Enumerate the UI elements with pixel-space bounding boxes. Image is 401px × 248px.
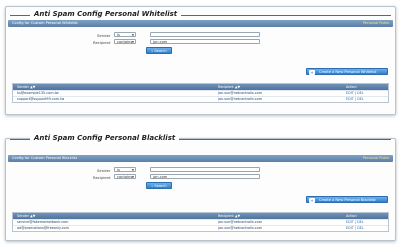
chevron-down-icon: ▼ — [131, 175, 134, 179]
panel-title-row: Anti Spam Config Personal Whitelist — [6, 9, 395, 19]
filter-form: Sender is ▼ Recipient contains ▼ jon.com… — [6, 29, 395, 75]
sender-label: Sender — [97, 33, 111, 38]
chevron-down-icon: ▼ — [131, 40, 134, 44]
edit-delete-links[interactable]: EDIT | DEL — [346, 97, 364, 102]
table-row: support@support99.com.tw jon.sun@netcont… — [13, 96, 388, 102]
sender-operator-value: is — [117, 33, 120, 37]
cell-recipient: jon.sun@netcontrolls.com — [218, 97, 263, 101]
search-button[interactable]: ⌕Search — [146, 47, 172, 54]
recipient-label: Recipient — [93, 40, 111, 45]
edit-delete-links[interactable]: EDIT | DEL — [346, 226, 364, 231]
recipient-input[interactable]: jon.com — [150, 39, 260, 44]
cell-sender: ad@promotions@freeonly.com — [17, 226, 69, 230]
chevron-down-icon: ▼ — [131, 33, 134, 37]
config-bar: Config for Custom Personal Whitelist Per… — [8, 20, 393, 27]
panel-title: Anti Spam Config Personal Whitelist — [30, 9, 182, 19]
config-bar-title: Config for Custom Personal Blacklist — [12, 156, 78, 160]
blacklist-table: Sender ▲▼ Recipient ▲▼ Action service@fa… — [12, 212, 389, 232]
plus-icon: + — [309, 197, 315, 203]
config-bar-title: Config for Custom Personal Whitelist — [12, 21, 78, 25]
cell-sender: support@support99.com.tw — [17, 97, 65, 101]
recipient-label: Recipient — [93, 175, 111, 180]
sender-operator-select[interactable]: is ▼ — [114, 32, 136, 37]
recipient-operator-value: contains — [117, 175, 133, 179]
sender-input[interactable] — [150, 167, 260, 172]
sender-input[interactable] — [150, 32, 260, 37]
sender-operator-select[interactable]: is ▼ — [114, 167, 136, 172]
create-whitelist-label: Create a New Personal Whitelist — [319, 70, 377, 74]
recipient-operator-select[interactable]: contains ▼ — [114, 39, 136, 44]
table-row: ad@promotions@freeonly.com jon.sun@netco… — [13, 225, 388, 231]
config-bar: Config for Custom Personal Blacklist Per… — [8, 155, 393, 162]
create-blacklist-label: Create a New Personal Blacklist — [319, 198, 376, 202]
whitelist-panel: Anti Spam Config Personal Whitelist Conf… — [5, 6, 396, 115]
recipient-operator-select[interactable]: contains ▼ — [114, 174, 136, 179]
panel-title: Anti Spam Config Personal Blacklist — [30, 133, 180, 143]
search-button[interactable]: ⌕Search — [146, 182, 172, 189]
panel-title-row: Anti Spam Config Personal Blacklist — [6, 133, 395, 143]
create-blacklist-button[interactable]: + Create a New Personal Blacklist — [306, 196, 388, 203]
search-button-label: Search — [154, 49, 167, 53]
plus-icon: + — [309, 69, 315, 75]
sender-operator-value: is — [117, 168, 120, 172]
create-whitelist-button[interactable]: + Create a New Personal Whitelist — [306, 68, 388, 75]
personal-rules-link[interactable]: Personal Rules — [363, 155, 389, 162]
chevron-down-icon: ▼ — [131, 168, 134, 172]
cell-recipient: jon.sun@netcontrolls.com — [218, 226, 263, 230]
recipient-operator-value: contains — [117, 40, 133, 44]
filter-form: Sender is ▼ Recipient contains ▼ jon.com… — [6, 164, 395, 204]
blacklist-panel: Anti Spam Config Personal Blacklist Conf… — [5, 133, 396, 241]
recipient-input[interactable]: jon.com — [150, 174, 260, 179]
personal-rules-link[interactable]: Personal Rules — [363, 20, 389, 27]
whitelist-table: Sender ▲▼ Recipient ▲▼ Action ks@example… — [12, 83, 389, 103]
search-button-label: Search — [154, 184, 167, 188]
sender-label: Sender — [97, 168, 111, 173]
